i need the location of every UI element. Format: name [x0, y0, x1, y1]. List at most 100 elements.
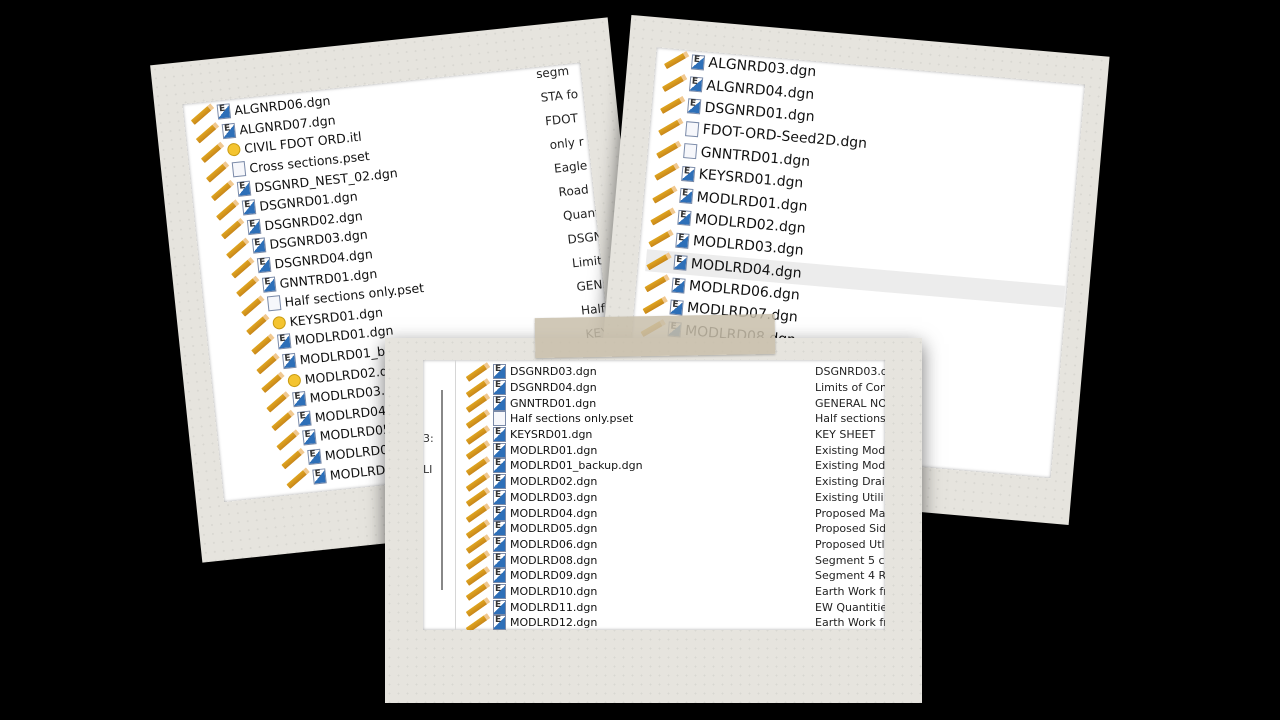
- edit-pencil-icon: [281, 448, 305, 470]
- file-name: MODLRD06.dgn: [510, 537, 598, 551]
- file-name: MODLRD02.dgn: [510, 475, 598, 489]
- file-row[interactable]: MODLRD06.dgn Proposed Utli: [465, 534, 885, 555]
- file-row[interactable]: MODLRD12.dgn Earth Work fr: [465, 612, 885, 630]
- dgn-file-icon: [493, 395, 506, 411]
- file-name: MODLRD08.dgn: [510, 553, 598, 567]
- edit-pencil-icon: [644, 274, 670, 293]
- dgn-file-icon: [673, 254, 688, 271]
- front-file-list: DSGNRD03.dgn DSGNRD03.dgn DSGNRD04.dgn Limi…: [465, 361, 885, 630]
- edit-pencil-icon: [256, 352, 280, 375]
- dgn-file-icon: [261, 276, 277, 293]
- file-description: Proposed Ma: [815, 506, 885, 520]
- file-name: MODLRD09.dgn: [510, 569, 598, 583]
- dgn-file-icon: [677, 210, 692, 227]
- edit-pencil-icon: [235, 275, 260, 298]
- dgn-file-icon: [493, 458, 506, 474]
- file-name: MODLRD01_backup.dgn: [510, 459, 643, 473]
- edit-pencil-icon: [663, 51, 690, 70]
- file-row[interactable]: MODLRD04.dgn Proposed Ma: [465, 503, 885, 523]
- file-description: Segment 4 RD: [815, 569, 885, 583]
- document-file-icon: [493, 411, 506, 427]
- edit-pencil-icon: [251, 333, 275, 355]
- dgn-file-icon: [312, 467, 327, 485]
- file-row[interactable]: MODLRD08.dgn Segment 5 ch: [465, 550, 885, 571]
- edit-pencil-icon: [286, 467, 310, 490]
- dgn-file-icon: [282, 352, 297, 370]
- dgn-file-icon: [675, 232, 690, 249]
- dgn-file-icon: [493, 380, 506, 396]
- file-row[interactable]: MODLRD01_backup.dgn Existing Mode: [465, 456, 885, 476]
- edit-pencil-icon: [200, 141, 225, 164]
- edit-pencil-icon: [656, 140, 682, 159]
- tape-strip: [534, 313, 776, 359]
- pane-divider: [455, 360, 456, 630]
- file-row[interactable]: KEYSRD01.dgn KEY SHEET: [465, 424, 885, 445]
- edit-pencil-icon: [215, 199, 240, 221]
- dgn-file-icon: [493, 552, 506, 568]
- dgn-file-icon: [671, 277, 686, 294]
- dgn-file-icon: [246, 218, 262, 235]
- file-description: Existing Mode: [815, 459, 885, 473]
- edit-pencil-icon: [230, 256, 255, 279]
- file-row[interactable]: MODLRD09.dgn Segment 4 RD: [465, 565, 885, 586]
- edit-pencil-icon: [261, 371, 285, 394]
- dgn-file-icon: [493, 474, 506, 490]
- file-row[interactable]: MODLRD02.dgn Existing Drain: [465, 471, 885, 492]
- file-description: Existing Utili: [815, 490, 884, 504]
- file-name: MODLRD03.dgn: [510, 490, 598, 504]
- dgn-file-icon: [277, 333, 292, 350]
- file-row[interactable]: GNNTRD01.dgn GENERAL NO: [465, 393, 885, 414]
- file-description: GENERAL NO: [815, 396, 885, 410]
- edit-pencil-icon: [646, 251, 672, 271]
- edit-pencil-icon: [659, 95, 686, 114]
- dgn-file-icon: [493, 599, 506, 615]
- file-name: MODLRD12.dgn: [510, 616, 598, 630]
- dgn-file-icon: [307, 448, 322, 466]
- file-description: Proposed Side: [815, 522, 885, 536]
- dgn-file-icon: [302, 429, 317, 446]
- dgn-file-icon: [221, 122, 237, 140]
- file-name: DSGNRD04.dgn: [510, 381, 597, 395]
- edit-pencil-icon: [654, 162, 680, 181]
- file-description: Half sections: [815, 412, 885, 426]
- file-description: Earth Work fr: [815, 584, 885, 598]
- dgn-file-icon: [236, 180, 252, 197]
- file-name: DSGNRD03.dgn: [510, 365, 597, 379]
- file-name: MODLRD04.dgn: [510, 506, 598, 520]
- document-file-icon: [231, 161, 247, 178]
- side-label-1: 3:: [423, 432, 434, 445]
- document-file-icon: [266, 295, 282, 312]
- dgn-file-icon: [679, 187, 694, 205]
- file-row[interactable]: DSGNRD04.dgn Limits of Con: [465, 377, 885, 398]
- file-row[interactable]: MODLRD05.dgn Proposed Side: [465, 518, 885, 539]
- edit-pencil-icon: [652, 185, 678, 204]
- dgn-file-icon: [493, 442, 506, 458]
- dgn-file-icon: [493, 505, 506, 521]
- edit-pencil-icon: [276, 429, 300, 451]
- file-row[interactable]: MODLRD01.dgn Existing Mode: [465, 440, 885, 461]
- file-description: Proposed Utli: [815, 537, 885, 551]
- file-description: Earth Work fr: [815, 616, 885, 630]
- file-row[interactable]: MODLRD03.dgn Existing Utili: [465, 487, 885, 508]
- file-row[interactable]: Half sections only.pset Half sections: [465, 408, 885, 429]
- navigation-pane-scrollbar[interactable]: [441, 390, 443, 590]
- file-name: MODLRD01.dgn: [510, 443, 598, 457]
- file-row[interactable]: DSGNRD03.dgn DSGNRD03.dgn: [465, 361, 885, 382]
- edit-pencil-icon: [205, 160, 230, 183]
- file-name: MODLRD05.dgn: [510, 522, 598, 536]
- file-row[interactable]: MODLRD10.dgn Earth Work fr: [465, 581, 885, 602]
- edit-pencil-icon: [241, 294, 265, 317]
- dgn-file-icon: [688, 76, 704, 93]
- dgn-file-icon: [681, 165, 696, 182]
- dgn-file-icon: [216, 103, 232, 120]
- file-description: Limits: [571, 252, 609, 271]
- file-name: GNNTRD01.dgn: [510, 396, 597, 410]
- file-row[interactable]: MODLRD11.dgn EW Quantities: [465, 597, 885, 618]
- edit-pencil-icon: [220, 218, 245, 240]
- dgn-file-icon: [493, 536, 506, 552]
- edit-pencil-icon: [642, 296, 668, 315]
- front-photo-card: 3: LI DSGNRD03.dgnDSGNRD03.dgnDSGNRD04.d…: [385, 313, 922, 703]
- dgn-file-icon: [493, 427, 506, 443]
- dgn-file-icon: [256, 256, 272, 274]
- front-file-list-window: 3: LI DSGNRD03.dgnDSGNRD03.dgnDSGNRD04.d…: [423, 360, 885, 630]
